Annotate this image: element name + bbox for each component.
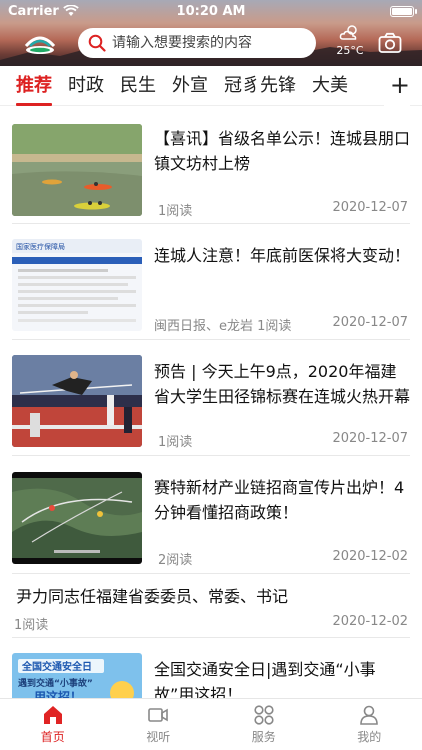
user-icon bbox=[360, 705, 379, 725]
nav-services[interactable]: 服务 bbox=[211, 699, 317, 750]
search-input[interactable] bbox=[112, 35, 312, 51]
status-bar: Carrier 10:20 AM bbox=[0, 0, 422, 22]
news-feed: 【喜讯】省级名单公示！连城县朋口镇文坊村上榜 1阅读 2020-12-07 国家… bbox=[0, 106, 422, 698]
tab-guanzhi-pioneer[interactable]: 冠豸先锋 bbox=[224, 66, 296, 106]
nav-media[interactable]: 视听 bbox=[106, 699, 212, 750]
carrier-label: Carrier bbox=[8, 3, 59, 19]
nav-home[interactable]: 首页 bbox=[0, 699, 106, 750]
publish-date: 2020-12-07 bbox=[332, 200, 408, 215]
thumb-medical-header: 国家医疗保障局 bbox=[16, 242, 65, 251]
publish-date: 2020-12-07 bbox=[332, 431, 408, 446]
list-item[interactable]: 赛特新材产业链招商宣传片出炉！4分钟看懂招商政策！ 2阅读 2020-12-02 bbox=[0, 456, 422, 574]
tab-recommend[interactable]: 推荐 bbox=[16, 66, 52, 106]
list-item[interactable]: 【喜讯】省级名单公示！连城县朋口镇文坊村上榜 1阅读 2020-12-07 bbox=[0, 106, 422, 224]
news-title[interactable]: 连城人注意！年底前医保将大变动！ bbox=[154, 243, 410, 268]
news-thumbnail bbox=[12, 124, 142, 216]
news-title[interactable]: 【喜讯】省级名单公示！连城县朋口镇文坊村上榜 bbox=[154, 126, 410, 176]
battery-icon bbox=[390, 5, 417, 17]
add-channel-button[interactable]: + bbox=[383, 66, 410, 106]
bottom-navigation: 首页 视听 服务 我的 bbox=[0, 698, 422, 750]
camera-icon[interactable] bbox=[378, 32, 402, 54]
cloudy-weather-icon bbox=[339, 25, 357, 40]
publish-date: 2020-12-02 bbox=[332, 549, 408, 564]
nav-media-label: 视听 bbox=[146, 730, 171, 744]
news-title[interactable]: 预告 | 今天上午9点，2020年福建省大学生田径锦标赛在连城火热开幕 bbox=[154, 359, 410, 409]
news-title[interactable]: 全国交通安全日|遇到交通“小事故”用这招！ bbox=[154, 657, 410, 698]
thumb-traffic-line3: 用这招！ bbox=[33, 689, 82, 698]
grid-icon bbox=[254, 705, 274, 725]
publish-date: 2020-12-02 bbox=[332, 614, 408, 629]
tab-publicity[interactable]: 外宣 bbox=[172, 66, 208, 106]
tab-politics[interactable]: 时政 bbox=[68, 66, 104, 106]
read-count: 1阅读 bbox=[158, 204, 193, 219]
news-thumbnail: 国家医疗保障局 bbox=[12, 239, 142, 331]
tab-beauty[interactable]: 大美 bbox=[312, 66, 348, 106]
search-bar[interactable] bbox=[78, 28, 316, 58]
video-icon bbox=[148, 708, 169, 722]
read-count: 2阅读 bbox=[158, 553, 193, 568]
thumb-traffic-line2: 遇到交通“小事故” bbox=[18, 677, 93, 689]
news-thumbnail: 全国交通安全日 遇到交通“小事故” 用这招！ bbox=[12, 653, 142, 698]
list-item[interactable]: 国家医疗保障局 连城人注意！年底前医保将大变动！ 闽西日报、e龙岩 1阅读 20… bbox=[0, 224, 422, 340]
publish-date: 2020-12-07 bbox=[332, 315, 408, 330]
news-thumbnail bbox=[12, 472, 142, 564]
news-title[interactable]: 尹力同志任福建省委委员、常委、书记 bbox=[16, 584, 410, 609]
nav-services-label: 服务 bbox=[251, 730, 276, 744]
thumb-traffic-line1: 全国交通安全日 bbox=[21, 660, 92, 673]
list-item[interactable]: 预告 | 今天上午9点，2020年福建省大学生田径锦标赛在连城火热开幕 1阅读 … bbox=[0, 340, 422, 456]
weather-temp: 25°C bbox=[336, 44, 364, 57]
home-icon bbox=[43, 706, 62, 724]
list-item[interactable]: 尹力同志任福建省委委员、常委、书记 1阅读 2020-12-02 bbox=[0, 574, 422, 638]
nav-home-label: 首页 bbox=[40, 730, 65, 744]
source-read-count: 闽西日报、e龙岩 1阅读 bbox=[154, 319, 292, 334]
app-header: Carrier 10:20 AM 25°C bbox=[0, 0, 422, 66]
nav-profile[interactable]: 我的 bbox=[317, 699, 422, 750]
channel-tabs: 推荐 时政 民生 外宣 冠豸先锋 大美 + bbox=[0, 66, 422, 106]
search-icon bbox=[88, 34, 106, 52]
read-count: 1阅读 bbox=[158, 435, 193, 450]
news-title[interactable]: 赛特新材产业链招商宣传片出炉！4分钟看懂招商政策！ bbox=[154, 475, 410, 525]
tab-livelihood[interactable]: 民生 bbox=[120, 66, 156, 106]
nav-profile-label: 我的 bbox=[357, 730, 382, 744]
read-count: 1阅读 bbox=[14, 618, 49, 633]
wifi-icon bbox=[63, 5, 79, 16]
app-logo[interactable] bbox=[22, 28, 58, 58]
weather-widget[interactable]: 25°C bbox=[330, 24, 370, 60]
list-item[interactable]: 全国交通安全日 遇到交通“小事故” 用这招！ 全国交通安全日|遇到交通“小事故”… bbox=[0, 638, 422, 698]
news-thumbnail bbox=[12, 355, 142, 447]
